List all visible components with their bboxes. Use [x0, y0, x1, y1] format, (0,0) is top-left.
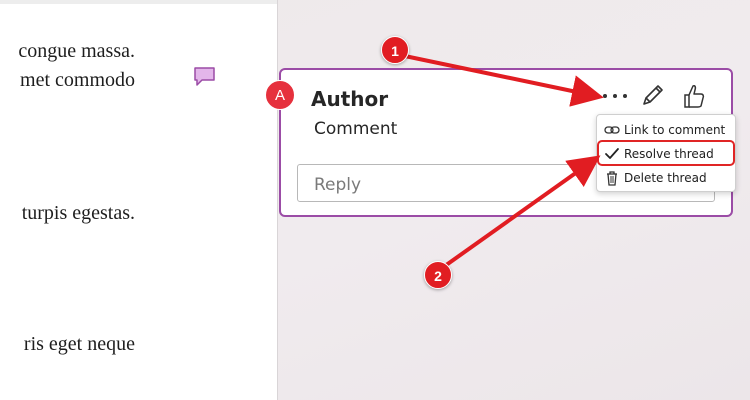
menu-item-label: Link to comment: [624, 123, 726, 137]
comment-text: Comment: [314, 119, 398, 139]
reply-placeholder: Reply: [314, 175, 362, 195]
menu-item-label: Delete thread: [624, 171, 707, 185]
callout-badge: 2: [424, 261, 452, 289]
document-text-line: met commodo: [20, 69, 135, 91]
trash-icon: [607, 171, 617, 186]
document-page: congue massa. met commodo turpis egestas…: [0, 0, 278, 400]
link-icon: [604, 126, 620, 134]
resolve-thread-highlight: [597, 140, 735, 166]
menu-item-link-to-comment[interactable]: Link to comment: [597, 119, 735, 141]
comment-author: Author: [311, 87, 389, 111]
menu-item-delete-thread[interactable]: Delete thread: [597, 167, 735, 189]
callout-badge: 1: [381, 36, 409, 64]
comment-bubble-icon[interactable]: [193, 66, 217, 88]
thumbs-up-icon[interactable]: [681, 82, 707, 110]
pencil-icon[interactable]: [640, 82, 666, 108]
more-options-icon[interactable]: [600, 88, 630, 104]
document-text-line: ris eget neque: [23, 333, 135, 355]
document-text-line: congue massa.: [18, 40, 135, 62]
page-top-strip: [0, 0, 277, 4]
avatar: A: [265, 80, 295, 110]
document-text-line: turpis egestas.: [21, 202, 135, 224]
